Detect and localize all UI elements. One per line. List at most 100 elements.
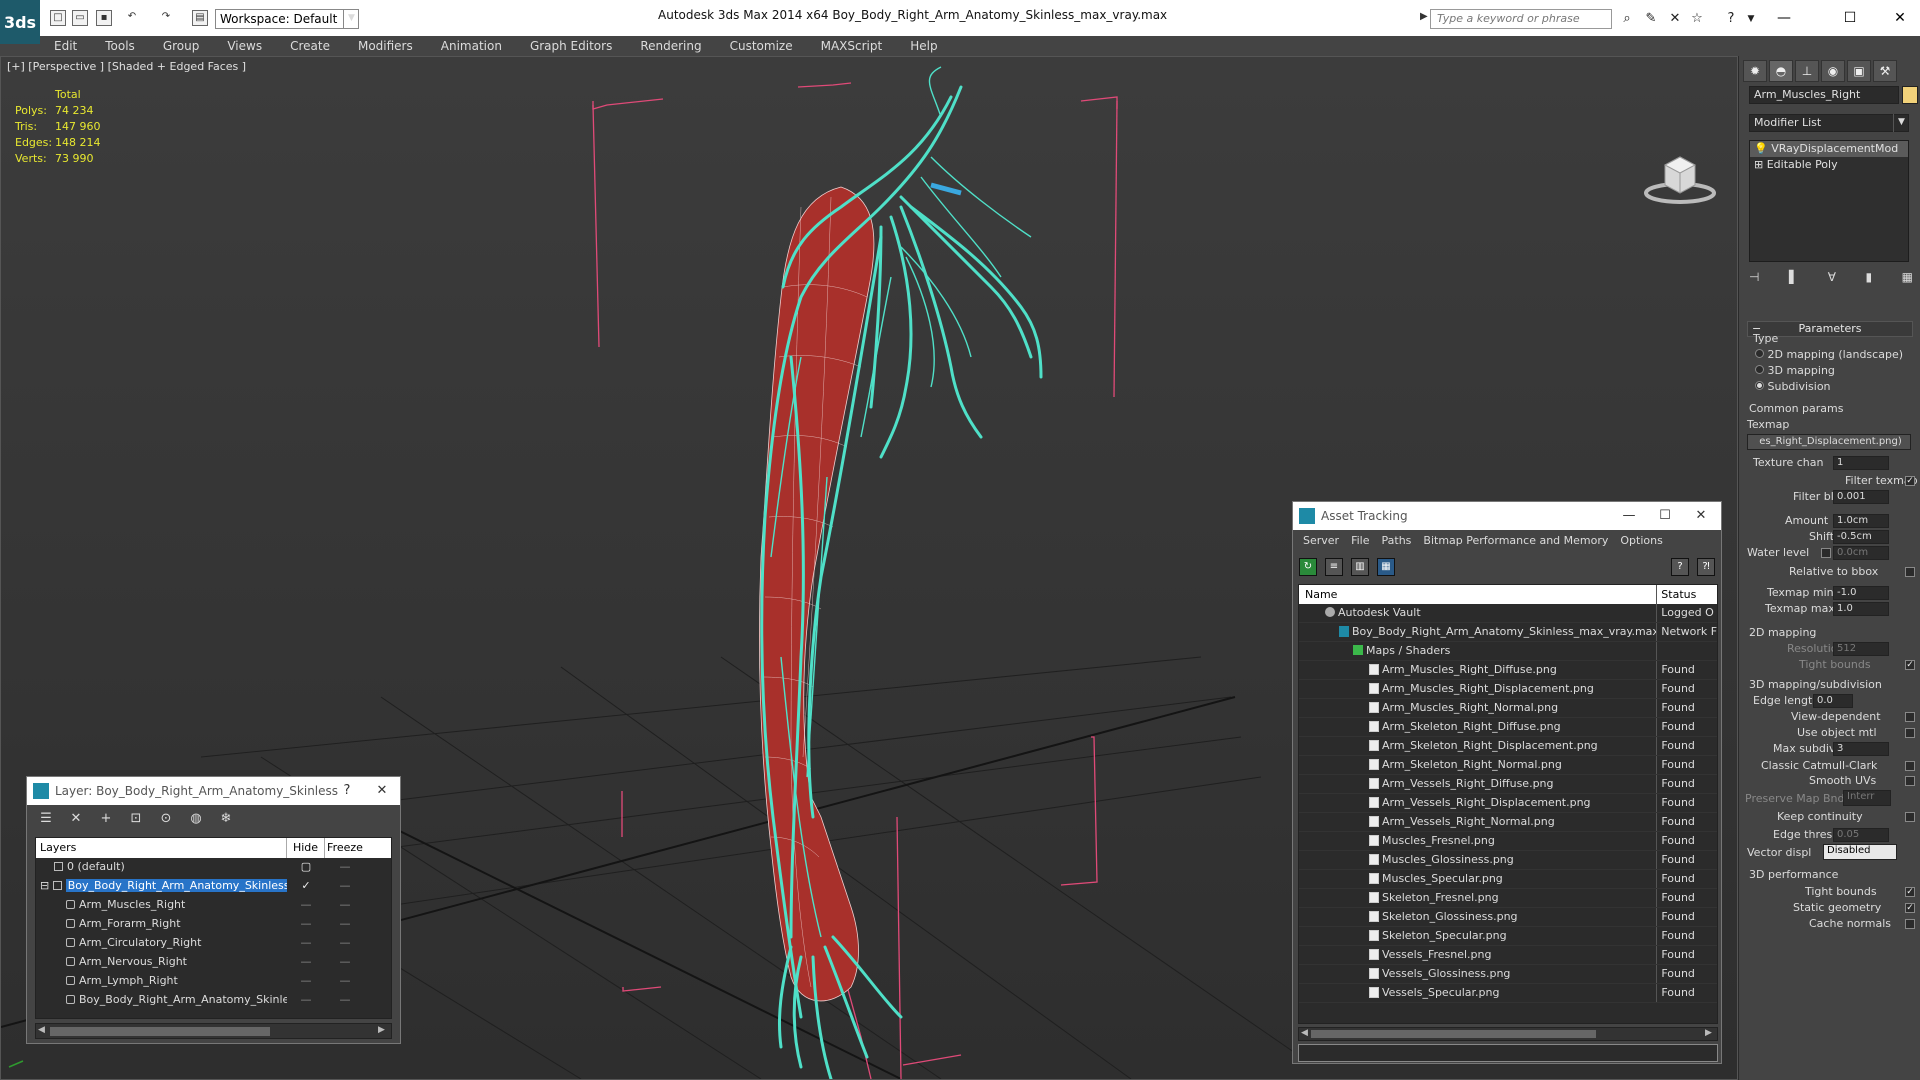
menu-views[interactable]: Views [213,36,276,56]
workspace-dropdown[interactable]: Workspace: Default [215,9,359,29]
collapse-icon[interactable]: ⊟ [40,879,49,892]
layer-object-row[interactable]: Arm_Muscles_Right — — [36,896,391,915]
search-input[interactable]: Type a keyword or phrase [1430,9,1612,29]
table-row[interactable]: Skeleton_Specular.png Found [1299,927,1717,946]
remove-modifier-icon[interactable]: ▮ [1866,270,1873,290]
layer-freeze-toggle[interactable]: — [325,858,365,877]
object-name-field[interactable]: Arm_Muscles_Right [1749,86,1899,104]
refresh-icon[interactable]: ↻ [1299,558,1317,576]
menu-edit[interactable]: Edit [40,36,91,56]
utilities-tab-icon[interactable]: ⚒ [1873,60,1897,82]
horizontal-scrollbar[interactable]: ◀ ▶ [35,1023,392,1039]
horizontal-scrollbar[interactable]: ◀ ▶ [1298,1027,1718,1041]
table-row[interactable]: Autodesk Vault Logged O [1299,604,1717,623]
menu-animation[interactable]: Animation [427,36,516,56]
object-freeze-toggle[interactable]: — [325,915,365,934]
help-dropdown-icon[interactable]: ▼ [1742,10,1760,28]
make-unique-icon[interactable]: ∀ [1828,270,1836,290]
help-icon[interactable]: ? [1671,558,1689,576]
menu-tools[interactable]: Tools [91,36,149,56]
layer-row-selected[interactable]: ⊟ Boy_Body_Right_Arm_Anatomy_Skinless ✓ … [36,877,391,896]
object-freeze-toggle[interactable]: — [325,953,365,972]
context-help-icon[interactable]: ⁈ [1697,558,1715,576]
scrollbar-thumb[interactable] [50,1027,270,1036]
asset-menu-file[interactable]: File [1345,530,1375,552]
menu-customize[interactable]: Customize [716,36,807,56]
column-header-hide[interactable]: Hide [287,838,325,858]
table-row[interactable]: Vessels_Glossiness.png Found [1299,965,1717,984]
menu-graph-editors[interactable]: Graph Editors [516,36,626,56]
communication-icon[interactable]: ✕ [1666,10,1684,28]
table-view-icon[interactable]: ▦ [1377,558,1395,576]
undo-icon[interactable]: ↶ [124,10,140,26]
menu-maxscript[interactable]: MAXScript [807,36,897,56]
object-freeze-toggle[interactable]: — [325,896,365,915]
smooth-uvs-checkbox[interactable] [1905,776,1915,786]
minimize-icon[interactable]: — [1764,4,1804,32]
stack-item-editable-poly[interactable]: ⊞ Editable Poly [1750,157,1908,173]
show-end-result-icon[interactable]: ▌ [1789,270,1798,290]
table-row[interactable]: Arm_Muscles_Right_Diffuse.png Found [1299,661,1717,680]
close-icon[interactable]: ✕ [1880,4,1920,32]
keep-continuity-checkbox[interactable] [1905,812,1915,822]
column-header-layers[interactable]: Layers [36,838,287,858]
object-hide-toggle[interactable]: — [287,972,325,991]
menu-group[interactable]: Group [149,36,214,56]
viewport-label-menu[interactable]: [+] [Perspective ] [Shaded + Edged Faces… [7,60,246,73]
pin-stack-icon[interactable]: ⊣ [1749,270,1759,290]
delete-layer-icon[interactable]: ✕ [65,809,87,829]
asset-menu-paths[interactable]: Paths [1376,530,1418,552]
help-button[interactable]: ? [332,777,362,805]
texmap-button[interactable]: es_Right_Displacement.png) [1747,434,1911,450]
asset-menu-server[interactable]: Server [1297,530,1345,552]
create-tab-icon[interactable]: ✹ [1743,60,1767,82]
viewcube-icon[interactable] [1643,147,1717,207]
help-icon[interactable]: ? [1722,10,1740,28]
max-subdivs-spinner[interactable]: 3 [1833,742,1889,756]
table-row[interactable]: Arm_Skeleton_Right_Displacement.png Found [1299,737,1717,756]
texmap-max-spinner[interactable]: 1.0 [1833,602,1889,616]
motion-tab-icon[interactable]: ◉ [1821,60,1845,82]
column-header-name[interactable]: Name [1299,585,1658,604]
configure-modifier-sets-icon[interactable]: ▦ [1902,270,1913,290]
object-hide-toggle[interactable]: — [287,934,325,953]
maximize-icon[interactable]: ☐ [1647,502,1683,530]
close-icon[interactable]: ✕ [367,777,397,805]
radio-subdivision[interactable]: Subdivision [1755,380,1831,393]
amount-spinner[interactable]: 1.0cm [1833,514,1889,528]
freeze-all-icon[interactable]: ❄ [215,809,237,829]
scroll-left-icon[interactable]: ◀ [38,1025,45,1035]
asset-menu-bitmap-performance[interactable]: Bitmap Performance and Memory [1417,530,1614,552]
current-layer-icon[interactable]: ▢ [287,858,325,877]
current-layer-check-icon[interactable]: ✓ [287,877,325,896]
search-expand-icon[interactable]: ▶ [1420,11,1428,22]
save-file-icon[interactable]: ▪ [96,10,112,26]
menu-modifiers[interactable]: Modifiers [344,36,427,56]
table-row[interactable]: Vessels_Specular.png Found [1299,984,1717,1003]
select-objects-icon[interactable]: ⊡ [125,809,147,829]
filter-blur-spinner[interactable]: 0.001 [1833,490,1889,504]
static-geometry-checkbox[interactable]: ✓ [1905,903,1915,913]
open-file-icon[interactable]: ▭ [72,10,88,26]
modifier-list-dropdown[interactable]: Modifier List [1749,114,1909,132]
menu-create[interactable]: Create [276,36,344,56]
layer-object-row[interactable]: Arm_Lymph_Right — — [36,972,391,991]
table-row[interactable]: Skeleton_Fresnel.png Found [1299,889,1717,908]
object-freeze-toggle[interactable]: — [325,972,365,991]
table-row[interactable]: Arm_Vessels_Right_Diffuse.png Found [1299,775,1717,794]
table-row[interactable]: Muscles_Specular.png Found [1299,870,1717,889]
column-header-status[interactable]: Status [1657,585,1717,604]
table-row[interactable]: Arm_Skeleton_Right_Normal.png Found [1299,756,1717,775]
highlight-selected-icon[interactable]: ⊙ [155,809,177,829]
create-layer-icon[interactable]: ☰ [35,809,57,829]
layer-object-row[interactable]: Arm_Forarm_Right — — [36,915,391,934]
object-hide-toggle[interactable]: — [287,991,325,1010]
add-to-layer-icon[interactable]: + [95,809,117,829]
edge-length-spinner[interactable]: 0.0 [1813,694,1853,708]
resolution-spinner[interactable]: 512 [1833,642,1889,656]
table-row[interactable]: Maps / Shaders [1299,642,1717,661]
classic-catmull-checkbox[interactable] [1905,761,1915,771]
water-level-checkbox[interactable] [1821,548,1831,558]
hide-all-icon[interactable]: ◍ [185,809,207,829]
radio-3d-mapping[interactable]: 3D mapping [1755,364,1835,377]
